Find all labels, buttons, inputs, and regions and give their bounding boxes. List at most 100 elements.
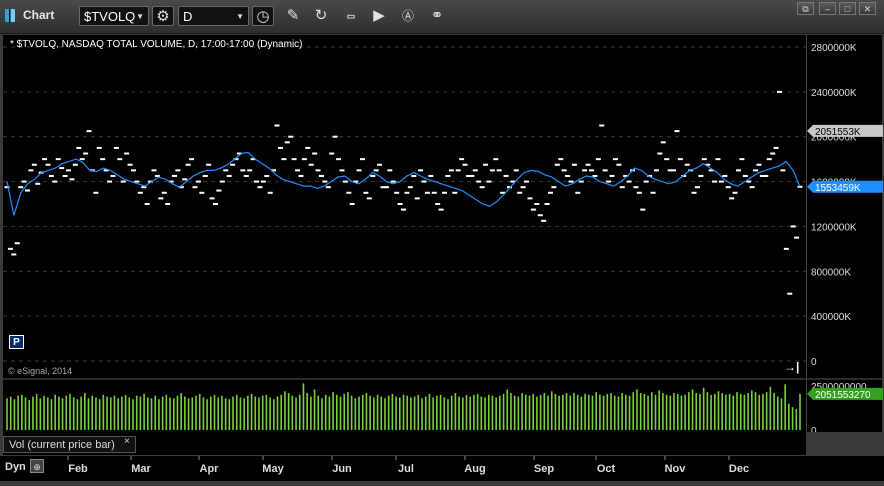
volume-bar <box>76 399 79 430</box>
volume-bar <box>725 394 727 430</box>
price-mark <box>127 163 133 166</box>
price-mark <box>732 191 738 194</box>
volume-bar <box>762 393 764 430</box>
volume-bar <box>680 395 683 430</box>
volume-bar <box>69 393 71 430</box>
price-mark <box>479 186 485 189</box>
month-label: Jul <box>398 463 414 475</box>
volume-study-tab[interactable]: Vol (current price bar) <box>3 436 136 453</box>
volume-bar <box>610 393 612 430</box>
volume-bar <box>643 393 646 430</box>
price-axis[interactable]: 2800000K2400000K2000000K1600000K1200000K… <box>806 35 883 378</box>
price-mark <box>130 169 136 172</box>
volume-bar <box>613 395 616 430</box>
volume-bar <box>373 397 375 430</box>
pencil-icon[interactable]: ✎ <box>282 6 304 26</box>
last-price-tag: 1553459K <box>807 180 883 194</box>
volume-bar <box>506 389 509 430</box>
volume-bar <box>65 395 68 430</box>
volume-bar <box>636 389 638 430</box>
price-mark <box>452 191 458 194</box>
price-mark <box>25 189 31 192</box>
price-pane[interactable] <box>3 35 806 378</box>
volume-bar <box>513 395 516 430</box>
chevron-down-icon[interactable]: ▼ <box>136 7 144 27</box>
volume-bar <box>221 395 223 430</box>
price-mark <box>124 152 130 155</box>
volume-bar <box>662 393 664 430</box>
price-mark <box>431 191 437 194</box>
volume-bar <box>654 394 657 430</box>
volume-bar <box>169 397 171 430</box>
price-mark <box>694 186 700 189</box>
clock-icon[interactable]: ◷ <box>252 6 274 26</box>
volume-bar <box>269 397 271 430</box>
volume-bar <box>617 396 620 430</box>
volume-bar <box>391 393 394 430</box>
close-icon[interactable]: ✕ <box>859 2 876 15</box>
price-mark <box>254 180 260 183</box>
price-mark <box>305 146 311 149</box>
price-mark <box>742 174 748 177</box>
price-mark <box>202 174 208 177</box>
volume-bar <box>691 389 694 430</box>
alert-icon[interactable]: Ⓐ <box>397 6 419 26</box>
p-button[interactable]: P <box>9 335 24 349</box>
volume-bar <box>265 394 268 430</box>
study-icon[interactable]: ▭ <box>340 6 362 26</box>
price-mark <box>113 146 119 149</box>
chevron-down-icon[interactable]: ▼ <box>236 7 244 27</box>
price-tick-label: 800000K <box>811 267 851 278</box>
link-icon[interactable]: ⚭ <box>426 6 448 26</box>
minimize-icon[interactable]: – <box>819 2 836 15</box>
volume-bar <box>628 395 631 430</box>
price-mark <box>216 189 222 192</box>
price-mark <box>513 169 519 172</box>
volume-bar <box>232 396 234 430</box>
volume-bar <box>717 391 720 430</box>
dyn-label[interactable]: Dyn <box>5 461 26 473</box>
price-mark <box>171 174 177 177</box>
price-mark <box>653 169 659 172</box>
volume-bar <box>321 398 323 430</box>
volume-bar <box>291 395 294 430</box>
volume-bar <box>243 398 245 430</box>
volume-axis[interactable]: 2500000000 0 2051553270 <box>806 380 883 437</box>
volume-bar <box>639 393 642 430</box>
symbol-input[interactable]: $TVOLQ ▼ <box>79 6 149 26</box>
volume-bar <box>313 389 316 430</box>
toolbar: Chart $TVOLQ ▼ ⚙ D ▼ ◷ ✎ ↻ ▭ ▶ Ⓐ ⚭ ⧉ – □… <box>0 0 884 34</box>
volume-pane[interactable] <box>3 380 806 432</box>
volume-bar <box>13 399 16 430</box>
volume-bar <box>343 393 346 430</box>
price-mark <box>424 191 430 194</box>
volume-bar <box>217 397 220 430</box>
chart-legend: * $TVOLQ, NASDAQ TOTAL VOLUME, D, 17:00-… <box>10 39 303 50</box>
play-icon[interactable]: ▶ <box>368 6 390 26</box>
price-mark <box>472 169 478 172</box>
volume-bar <box>98 399 101 430</box>
scroll-to-end-icon[interactable]: →| <box>784 360 799 374</box>
volume-bar <box>754 392 757 430</box>
price-mark <box>698 174 704 177</box>
volume-bar <box>539 394 542 430</box>
volume-bar <box>117 398 119 430</box>
volume-bar <box>558 395 560 430</box>
restore-icon[interactable]: ⧉ <box>797 2 814 15</box>
refresh-icon[interactable]: ↻ <box>310 6 332 26</box>
price-mark <box>55 158 61 161</box>
volume-bar <box>747 393 749 430</box>
price-mark <box>213 203 219 205</box>
price-mark <box>489 169 495 172</box>
maximize-icon[interactable]: □ <box>839 2 856 15</box>
close-study-icon[interactable]: × <box>124 436 130 447</box>
interval-select[interactable]: D ▼ <box>178 6 249 26</box>
volume-bar <box>669 395 672 430</box>
settings-gear-icon[interactable]: ⚙ <box>152 6 174 26</box>
volume-bar <box>521 393 523 430</box>
volume-bar <box>469 396 472 430</box>
price-mark <box>141 186 147 189</box>
price-mark <box>76 146 82 149</box>
time-axis[interactable]: Feb Mar Apr May Jun Jul Aug Sep Oct Nov Dec <box>0 456 884 481</box>
zoom-icon[interactable]: ⊕ <box>30 459 44 473</box>
